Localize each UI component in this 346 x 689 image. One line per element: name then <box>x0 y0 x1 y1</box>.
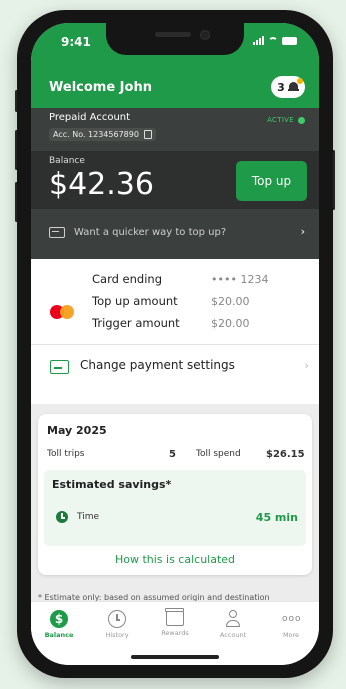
quicker-topup-text: Want a quicker way to top up? <box>74 227 227 238</box>
balance-amount: $42.36 <box>49 167 154 202</box>
bottom-tab-bar: $ Balance History Rewards Account ooo Mo… <box>31 601 319 665</box>
battery-icon <box>282 37 297 45</box>
chevron-right-icon[interactable]: › <box>301 225 305 238</box>
tab-label: Balance <box>44 631 74 639</box>
card-ending-value: •••• 1234 <box>211 273 269 286</box>
summary-month: May 2025 <box>47 424 107 437</box>
account-status: ACTIVE <box>267 116 305 124</box>
tab-balance[interactable]: $ Balance <box>31 610 87 639</box>
trigger-amount-label: Trigger amount <box>92 316 180 330</box>
toll-trips-value: 5 <box>169 449 176 460</box>
account-number-chip[interactable]: Acc. No. 1234567890 <box>49 128 156 141</box>
mastercard-icon <box>50 305 76 319</box>
notch <box>106 23 244 55</box>
card-icon <box>49 227 65 238</box>
home-indicator <box>131 655 219 659</box>
chevron-right-icon[interactable]: › <box>305 359 309 372</box>
account-icon <box>224 610 242 628</box>
topup-amount-value: $20.00 <box>211 295 250 308</box>
notifications-button[interactable]: 3 <box>271 76 305 98</box>
card-ending-label: Card ending <box>92 272 163 286</box>
camera <box>200 30 210 40</box>
account-type: Prepaid Account <box>49 112 131 123</box>
signal-icon <box>253 36 264 45</box>
tab-account[interactable]: Account <box>205 610 261 639</box>
speaker <box>155 32 191 37</box>
tab-rewards[interactable]: Rewards <box>147 608 203 637</box>
payment-section: Card ending •••• 1234 Top up amount $20.… <box>31 259 319 404</box>
topup-button[interactable]: Top up <box>236 161 307 201</box>
tab-more[interactable]: ooo More <box>263 610 319 639</box>
savings-title: Estimated savings* <box>52 478 172 491</box>
bell-icon <box>287 78 303 93</box>
time-saved-value: 45 min <box>255 511 298 524</box>
account-number: Acc. No. 1234567890 <box>53 130 139 139</box>
notification-count: 3 <box>277 80 285 94</box>
welcome-title: Welcome John <box>49 80 152 95</box>
tab-label: History <box>105 631 129 639</box>
estimated-savings-box: Estimated savings* Time 45 min <box>44 470 306 546</box>
clock-icon <box>56 511 68 523</box>
wifi-icon <box>268 37 278 45</box>
payment-card-icon <box>50 360 69 374</box>
tab-label: Rewards <box>161 629 189 637</box>
rewards-icon <box>165 608 184 626</box>
quicker-topup-link[interactable]: Want a quicker way to top up? <box>49 227 226 238</box>
status-icons <box>253 36 297 45</box>
toll-spend-value: $26.15 <box>266 449 305 460</box>
balance-icon: $ <box>50 610 68 628</box>
tab-label: Account <box>219 631 247 639</box>
monthly-summary-card: May 2025 Toll trips 5 Toll spend $26.15 … <box>38 414 312 575</box>
balance-label: Balance <box>49 156 85 166</box>
account-panel: Prepaid Account Acc. No. 1234567890 ACTI… <box>31 108 319 259</box>
more-icon: ooo <box>282 614 302 624</box>
time-label: Time <box>77 512 100 522</box>
tab-history[interactable]: History <box>89 610 145 639</box>
topup-amount-label: Top up amount <box>92 294 178 308</box>
toll-trips-label: Toll trips <box>47 449 85 459</box>
change-payment-settings-link[interactable]: Change payment settings <box>80 358 235 372</box>
app-screen: 9:41 Welcome John 3 Prepaid Account Acc.… <box>31 23 319 665</box>
copy-icon[interactable] <box>143 130 152 139</box>
history-icon <box>108 610 126 628</box>
divider <box>31 344 319 345</box>
trigger-amount-value: $20.00 <box>211 317 250 330</box>
how-calculated-link[interactable]: How this is calculated <box>38 553 312 566</box>
active-dot-icon <box>298 116 305 124</box>
tab-label: More <box>282 631 300 639</box>
toll-spend-label: Toll spend <box>196 449 241 459</box>
status-time: 9:41 <box>61 35 91 49</box>
status-label: ACTIVE <box>267 116 294 124</box>
